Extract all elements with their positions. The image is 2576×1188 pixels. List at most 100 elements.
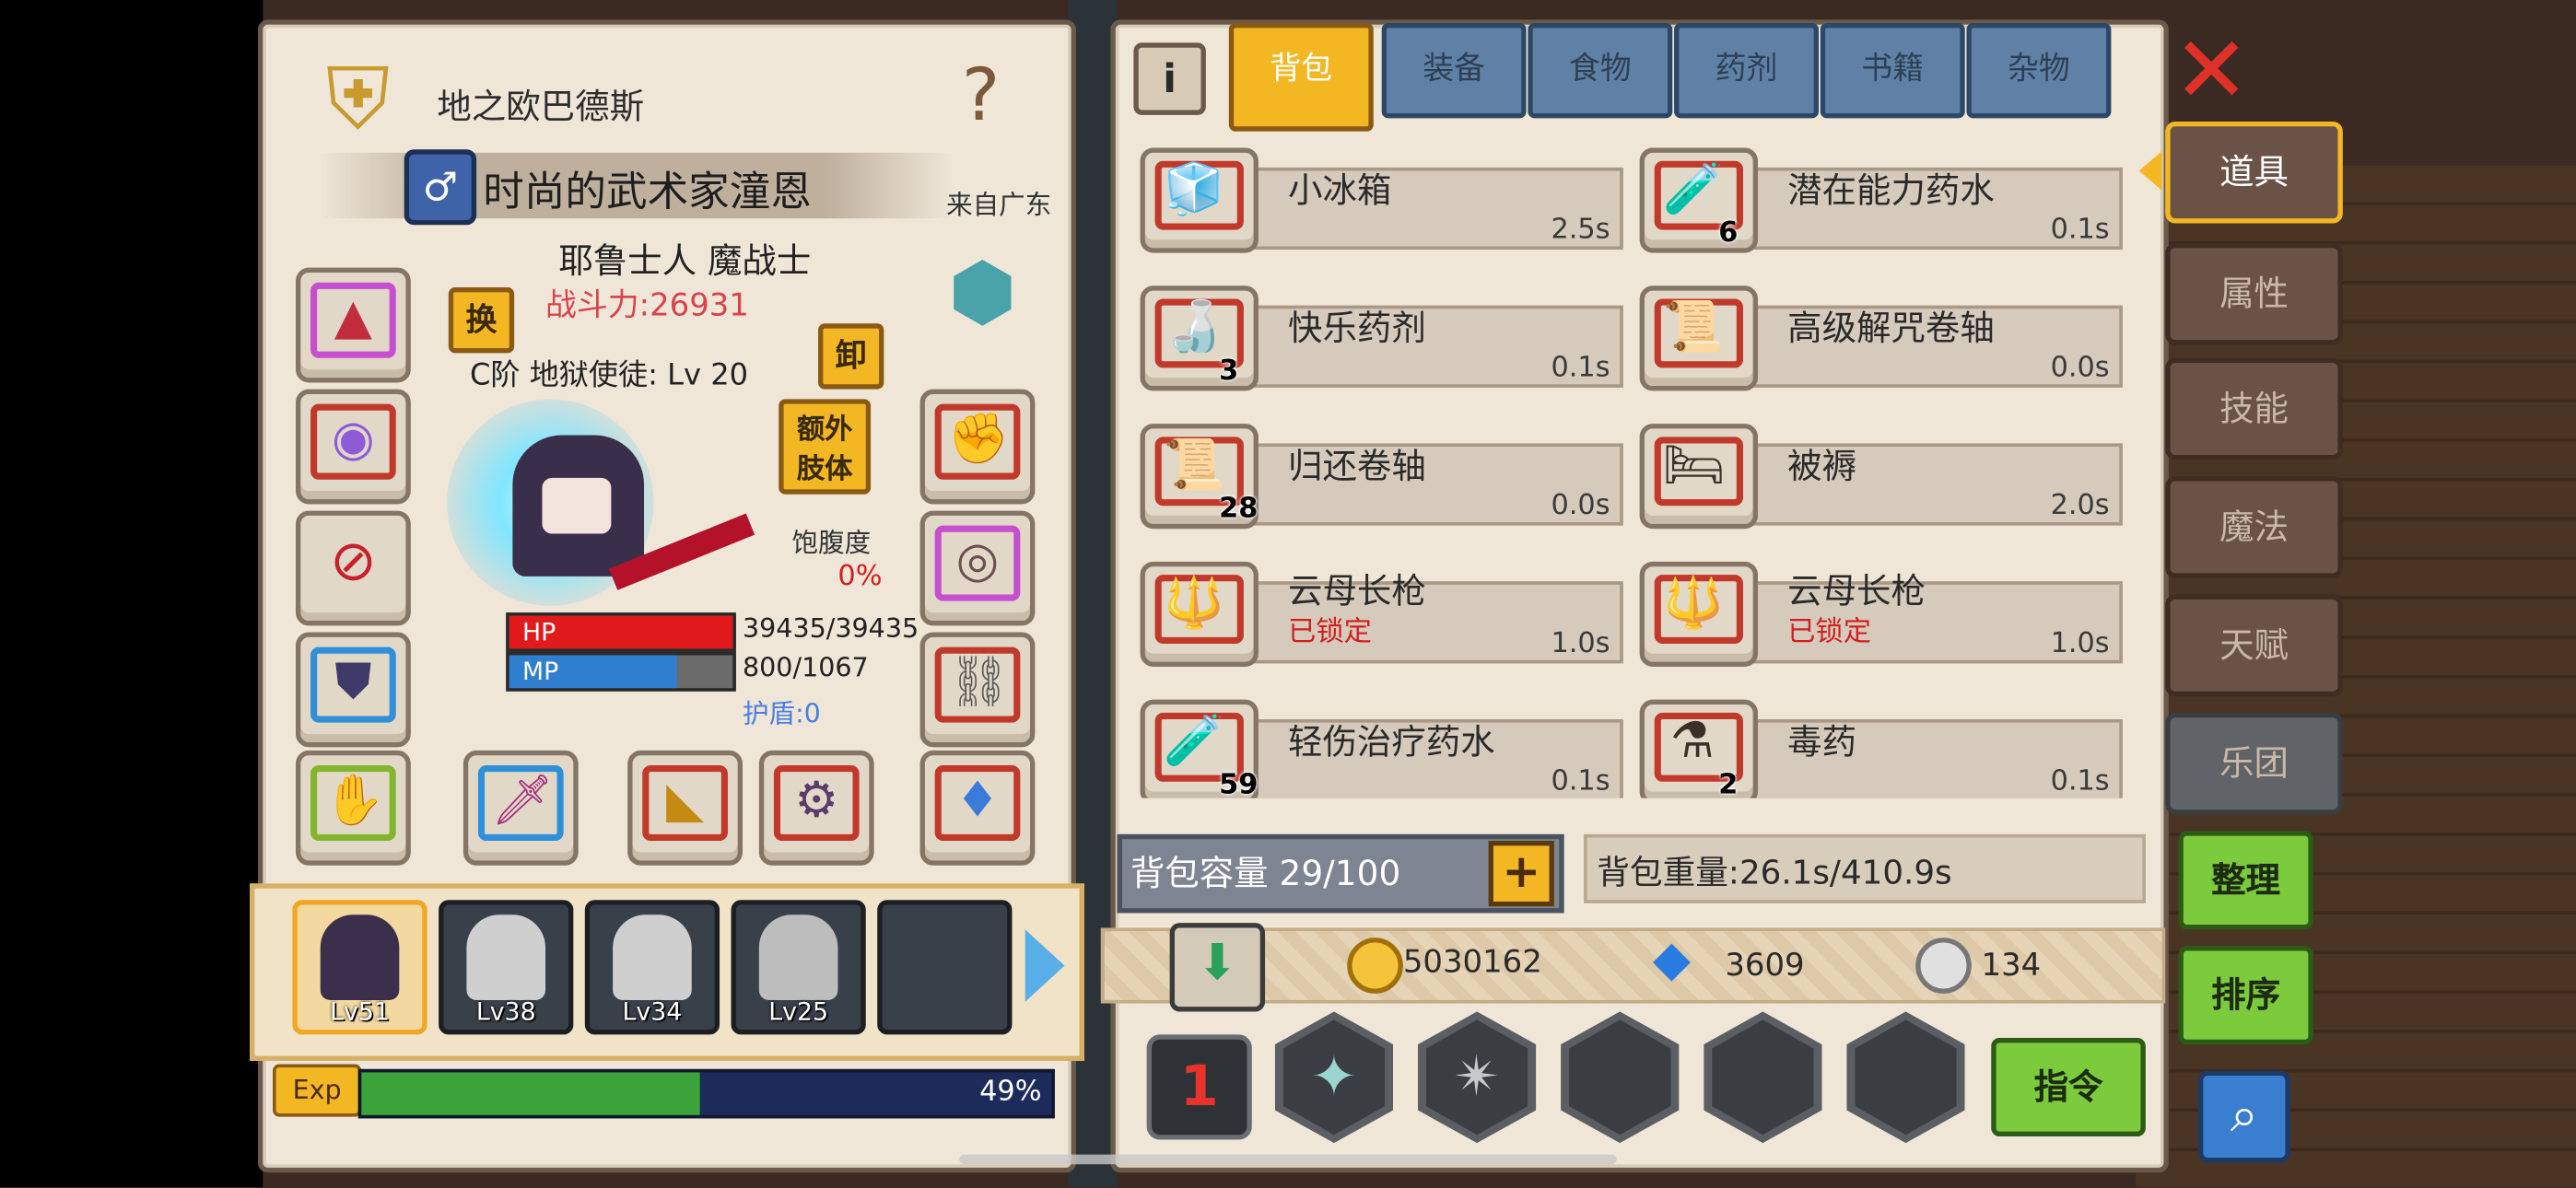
equip-slot-belt[interactable]: ◎ <box>919 510 1036 626</box>
silver-amount: 134 <box>1981 947 2042 984</box>
blaster-icon: ⚙ <box>794 772 839 830</box>
party-portrait-icon <box>613 914 692 1000</box>
tab-backpack[interactable]: 背包 <box>1228 22 1374 132</box>
silver-coin-icon <box>1915 938 1972 994</box>
crystal-lamp-icon: ♦ <box>955 772 1000 830</box>
party-member-slot-empty[interactable] <box>877 900 1013 1035</box>
search-icon[interactable]: ⌕ <box>2197 1070 2290 1163</box>
item-row[interactable]: 🔱 云母长枪 已锁定 1.0s <box>1639 561 2126 667</box>
race-class-text: 耶鲁士人 魔战士 <box>558 241 812 281</box>
tab-equipment[interactable]: 装备 <box>1381 22 1527 119</box>
side-tab-talent[interactable]: 天赋 <box>2165 594 2343 697</box>
party-member-slot[interactable]: Lv38 <box>439 900 574 1035</box>
equip-slot-boots[interactable]: ⛓ <box>919 632 1036 748</box>
deposit-chest-icon[interactable]: ⬇ <box>1169 923 1266 1012</box>
item-row[interactable]: 🧪 59 轻伤治疗药水 0.1s <box>1140 699 1627 798</box>
wardrobe-hanger-icon[interactable]: ? <box>907 41 1054 153</box>
mp-value: 800/1067 <box>743 651 869 683</box>
equip-slot-main-hand[interactable]: 🗡 <box>463 750 579 866</box>
unequip-button[interactable]: 卸 <box>818 323 884 390</box>
party-member-slot[interactable]: Lv25 <box>731 900 866 1035</box>
tab-misc[interactable]: 杂物 <box>1966 22 2112 119</box>
world-title: 地之欧巴德斯 <box>437 87 645 127</box>
side-tab-pointer-icon <box>2138 151 2162 191</box>
quickbar-number-toggle-icon[interactable]: 1 <box>1146 1034 1252 1140</box>
character-face-icon <box>542 477 612 534</box>
item-row[interactable]: 🔱 云母长枪 已锁定 1.0s <box>1140 561 1627 667</box>
item-name: 毒药 <box>1787 722 1857 763</box>
satiety-label: 饱腹度 <box>791 527 872 559</box>
command-button[interactable]: 指令 <box>1991 1037 2146 1136</box>
item-row[interactable]: 🛏 被褥 2.0s <box>1639 424 2126 530</box>
swap-button[interactable]: 换 <box>448 287 515 354</box>
game-screen: ⛨ 地之欧巴德斯 ? ♂ 时尚的武术家潼恩 来自广东 耶鲁士人 魔战士 战斗力:… <box>0 0 2576 1188</box>
origin-text: 来自广东 <box>946 189 1052 220</box>
bedding-icon: 🛏 <box>1662 437 1726 495</box>
tab-potions[interactable]: 药剂 <box>1674 22 1820 119</box>
dagger-icon: 🗡 <box>491 772 555 830</box>
item-quantity: 59 <box>1219 768 1259 798</box>
party-portrait-icon <box>320 914 400 1000</box>
extra-limb-line1: 额外 <box>796 413 853 448</box>
item-row[interactable]: 🧪 6 潜在能力药水 0.1s <box>1639 147 2126 253</box>
extra-limb-line2: 肢体 <box>796 453 853 486</box>
info-button[interactable]: i <box>1133 42 1206 115</box>
item-name: 归还卷轴 <box>1288 447 1426 486</box>
equip-slot-bracer[interactable]: ✊ <box>919 389 1036 505</box>
armor-icon: ⛊ <box>334 653 372 712</box>
item-row[interactable]: 🍶 3 快乐药剂 0.1s <box>1140 285 1627 391</box>
quick-slot-inner <box>1712 1019 1814 1136</box>
extra-limb-button[interactable]: 额外 肢体 <box>779 399 872 495</box>
tab-food[interactable]: 食物 <box>1528 22 1673 119</box>
party-member-slot[interactable]: Lv51 <box>292 900 427 1035</box>
belt-icon: ◎ <box>955 531 1000 590</box>
gold-amount: 5030162 <box>1402 944 1542 981</box>
equip-slot-ranged[interactable]: ⚙ <box>758 750 874 866</box>
party-member-slot[interactable]: Lv34 <box>584 900 720 1035</box>
gauntlet-icon: ✋ <box>323 772 385 830</box>
party-portrait-icon <box>466 914 546 1000</box>
equip-slot-gloves[interactable]: ✋ <box>295 750 411 866</box>
item-quantity: 2 <box>1718 768 1739 798</box>
equip-slot-amulet[interactable]: ◉ <box>295 389 411 505</box>
tidy-button[interactable]: 整理 <box>2178 831 2313 930</box>
wizard-hat-icon: ▲ <box>334 288 372 347</box>
quick-slot-inner <box>1855 1019 1957 1136</box>
sort-button[interactable]: 排序 <box>2178 946 2313 1045</box>
potion-flask-icon: 🧪 <box>1662 160 1725 219</box>
crest-emblem-icon: ⬢ <box>947 246 1017 339</box>
item-row[interactable]: 🧊 小冰箱 2.5s <box>1140 147 1627 253</box>
item-weight: 0.1s <box>2050 764 2110 798</box>
side-tab-band[interactable]: 乐团 <box>2165 712 2343 815</box>
equip-slot-hat[interactable]: ▲ <box>295 267 411 383</box>
hp-label: HP <box>522 617 556 647</box>
side-tab-skills[interactable]: 技能 <box>2165 357 2343 460</box>
shuriken-skill-icon: ✴ <box>1453 1044 1501 1111</box>
home-indicator <box>959 1154 1617 1165</box>
exp-bar-fill <box>361 1072 700 1115</box>
party-level: Lv34 <box>622 996 683 1027</box>
character-portrait[interactable] <box>427 376 772 622</box>
equip-slot-accessory[interactable]: ♦ <box>919 750 1036 866</box>
prohibited-icon: ⊘ <box>329 529 377 595</box>
bag-weight: 背包重量:26.1s/410.9s <box>1597 852 1952 892</box>
equip-slot-armor[interactable]: ⛊ <box>295 632 411 748</box>
side-tab-items[interactable]: 道具 <box>2165 121 2343 224</box>
shield-value: 护盾:0 <box>743 697 821 729</box>
equip-slot-blocked[interactable]: ⊘ <box>295 510 411 626</box>
item-row[interactable]: ⚗ 2 毒药 0.1s <box>1639 699 2126 798</box>
mp-bar: MP <box>506 651 736 692</box>
item-name: 高级解咒卷轴 <box>1787 309 1995 349</box>
party-next-arrow-icon[interactable] <box>1025 929 1065 1002</box>
tab-books[interactable]: 书籍 <box>1820 22 1965 119</box>
side-tab-attributes[interactable]: 属性 <box>2165 242 2343 345</box>
item-row[interactable]: 📜 高级解咒卷轴 0.0s <box>1639 285 2126 391</box>
side-tab-magic[interactable]: 魔法 <box>2165 476 2343 578</box>
quick-slot-inner <box>1568 1019 1671 1136</box>
expand-capacity-button[interactable]: + <box>1488 840 1554 907</box>
equip-slot-off-hand[interactable]: ◣ <box>627 750 744 866</box>
item-name: 小冰箱 <box>1288 170 1392 211</box>
item-row[interactable]: 📜 28 归还卷轴 0.0s <box>1140 424 1627 530</box>
close-icon[interactable]: ✕ <box>2172 26 2251 118</box>
boots-icon: ⛓ <box>947 653 1011 712</box>
